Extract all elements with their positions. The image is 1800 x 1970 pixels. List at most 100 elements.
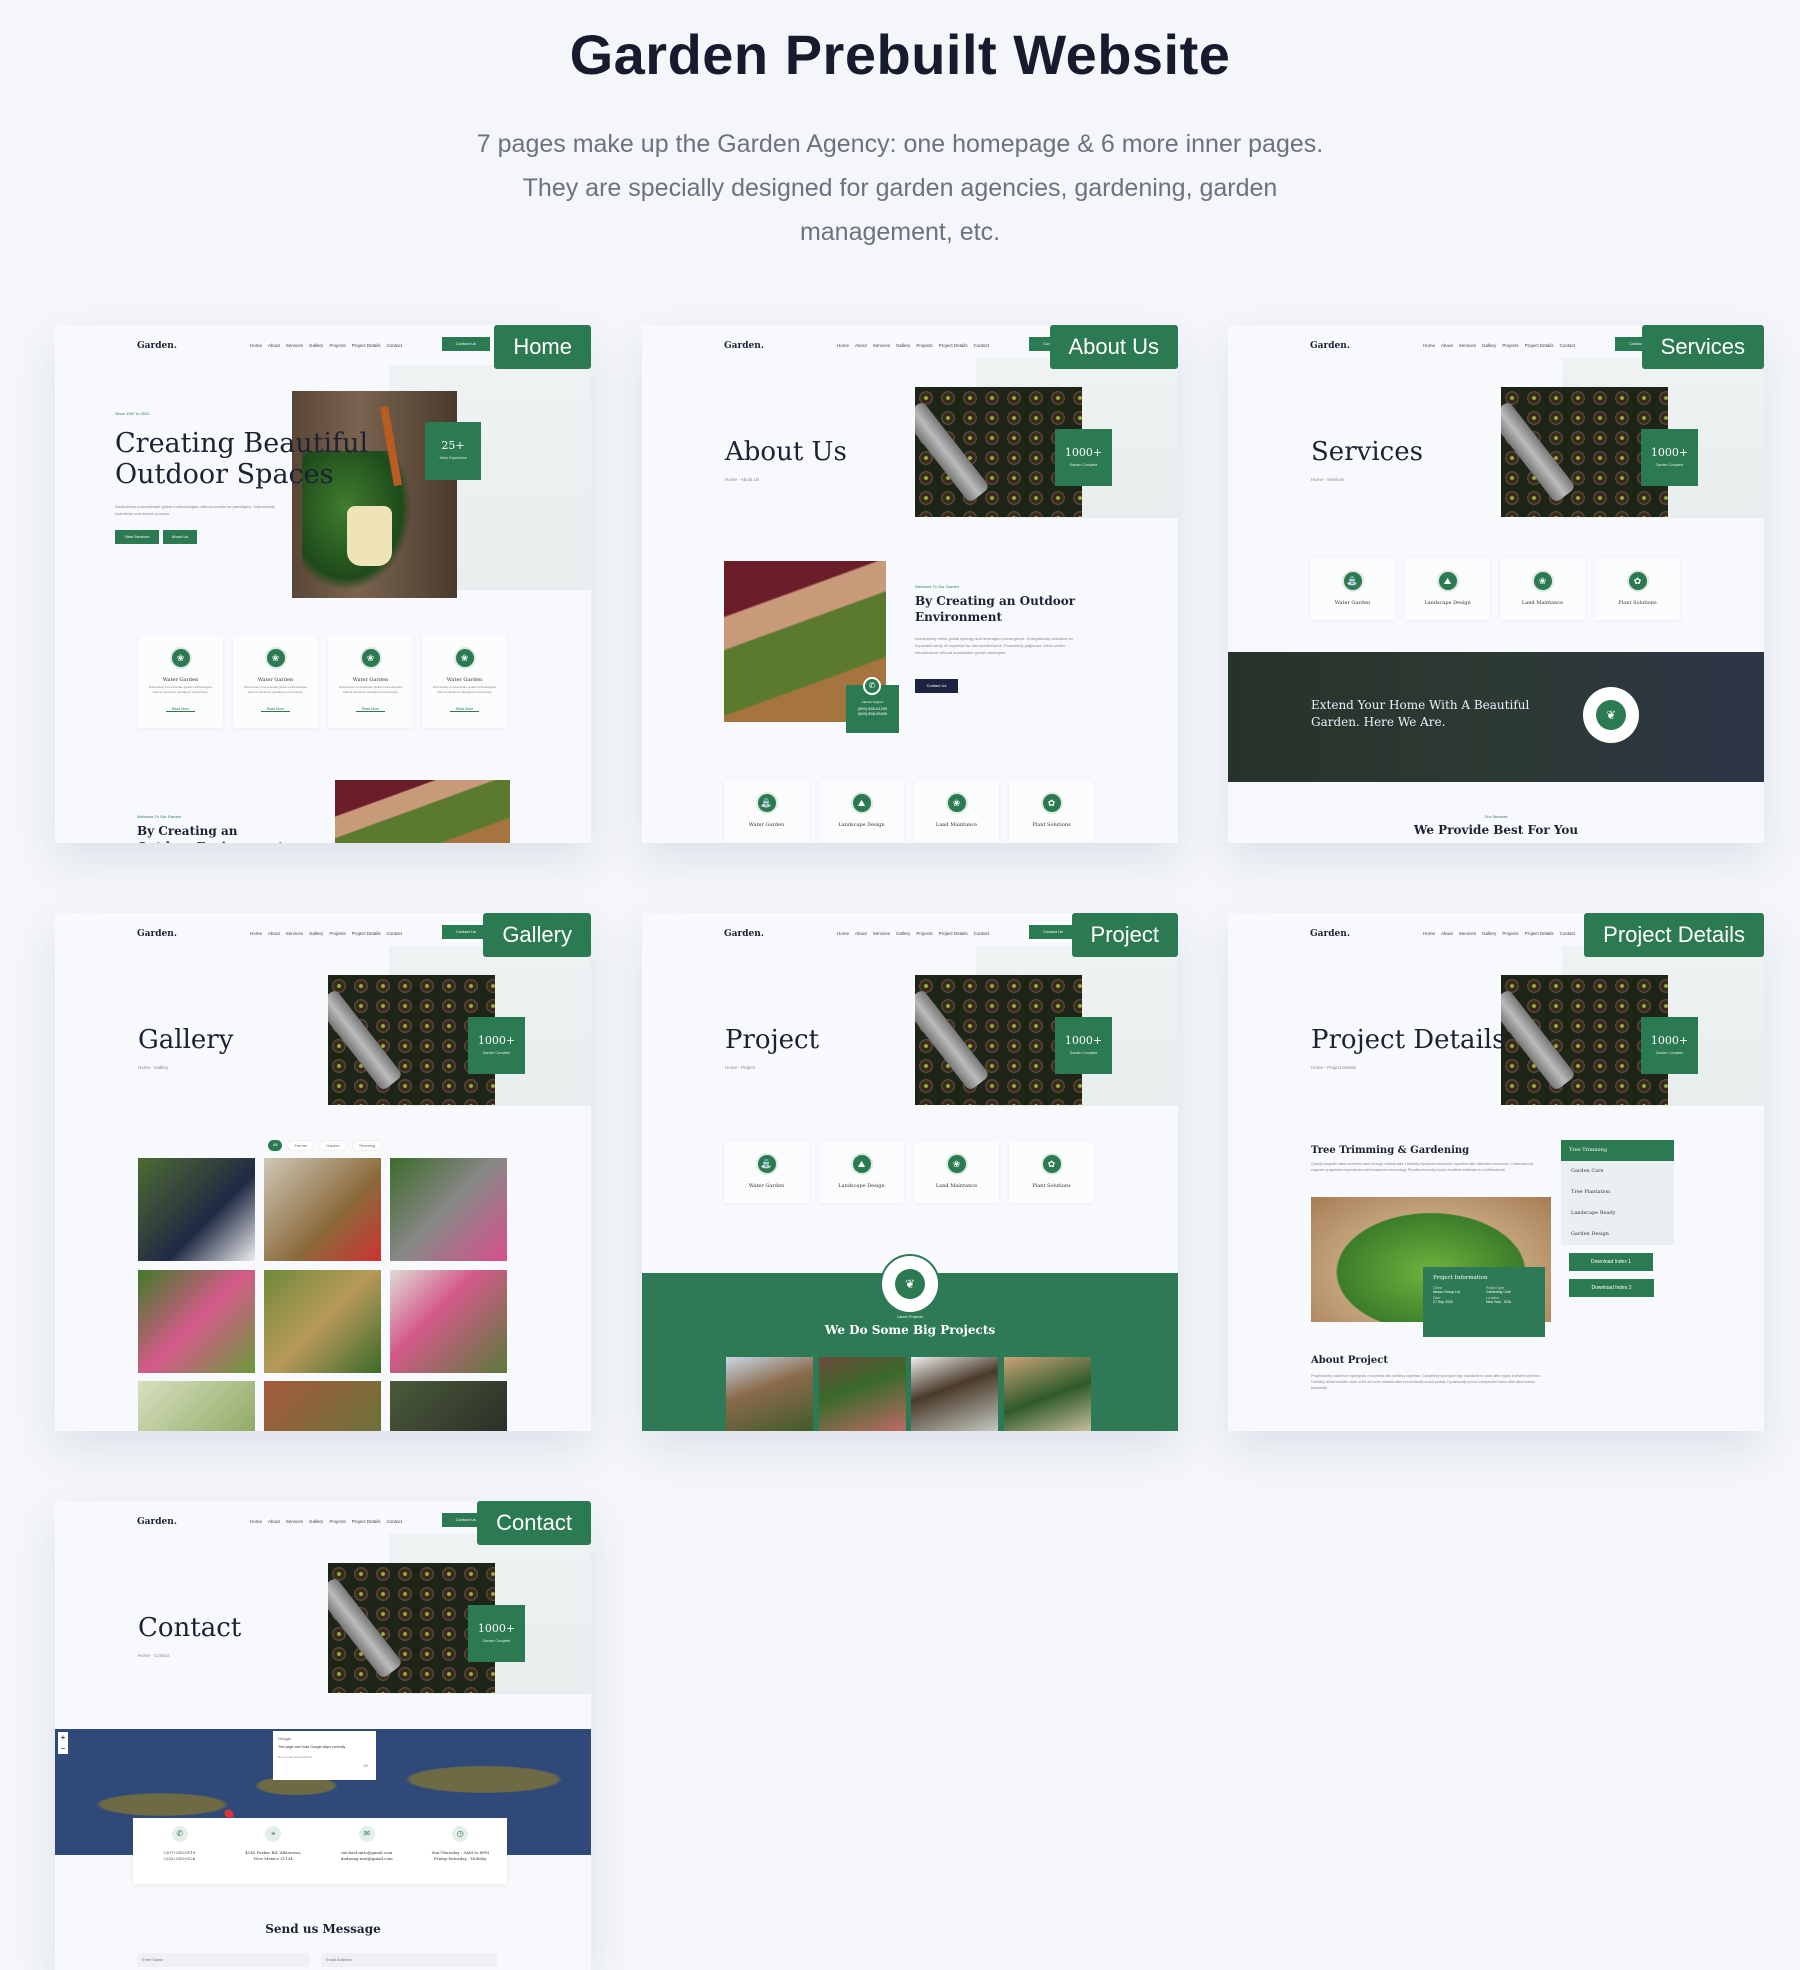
nav-link[interactable]: About xyxy=(268,1519,280,1524)
contact-us-button[interactable]: Contact Us xyxy=(915,679,958,693)
nav-link[interactable]: Contact xyxy=(387,931,403,936)
nav-link[interactable]: Services xyxy=(1459,343,1476,348)
nav-link[interactable]: Home xyxy=(837,343,849,348)
preview-card-services[interactable]: Garden. Home About Services Gallery Projects P… xyxy=(1228,325,1764,843)
read-more-link[interactable]: Read More xyxy=(355,707,386,712)
popup-ok-button[interactable]: OK xyxy=(363,1764,368,1768)
nav-link[interactable]: Project Details xyxy=(352,343,381,348)
nav-link[interactable]: Project Details xyxy=(1525,931,1554,936)
nav-link[interactable]: Contact xyxy=(387,343,403,348)
site-logo[interactable]: Garden. xyxy=(1310,341,1350,351)
gallery-image[interactable] xyxy=(264,1381,381,1431)
nav-link[interactable]: Services xyxy=(286,931,303,936)
download-index-2-button[interactable]: Download Index 2 xyxy=(1569,1279,1654,1297)
nav-link[interactable]: Gallery xyxy=(896,931,910,936)
gallery-image[interactable] xyxy=(138,1270,255,1373)
filter-garden[interactable]: Garden xyxy=(319,1140,347,1151)
nav-link[interactable]: Project Details xyxy=(1525,343,1554,348)
nav-link[interactable]: Project Details xyxy=(352,1519,381,1524)
service-card[interactable]: ⛰ Landscape Design xyxy=(819,780,904,842)
nav-link[interactable]: Projects xyxy=(916,931,932,936)
nav-link[interactable]: About xyxy=(855,343,867,348)
service-card[interactable]: ❀ Land Maintance xyxy=(914,1141,999,1203)
view-services-button[interactable]: View Services xyxy=(115,530,159,544)
nav-link[interactable]: Projects xyxy=(329,343,345,348)
download-index-1-button[interactable]: Download Index 1 xyxy=(1569,1253,1653,1271)
sidebar-item[interactable]: Garden Design xyxy=(1561,1224,1674,1245)
nav-link[interactable]: Home xyxy=(1423,343,1435,348)
nav-link[interactable]: Home xyxy=(837,931,849,936)
gallery-image[interactable] xyxy=(264,1270,381,1373)
service-card[interactable]: ❀ Water Garden Distinctively procrastinate… xyxy=(328,635,413,728)
project-image[interactable] xyxy=(1004,1357,1091,1431)
filter-all[interactable]: All xyxy=(268,1140,283,1151)
service-card[interactable]: ❀ Water Garden Distinctively procrastinate… xyxy=(233,635,318,728)
sidebar-item[interactable]: Tree Trimming xyxy=(1561,1140,1674,1161)
nav-link[interactable]: Contact xyxy=(1560,343,1576,348)
service-card[interactable]: ⛰ Landscape Design xyxy=(819,1141,904,1203)
site-logo[interactable]: Garden. xyxy=(724,929,764,939)
nav-link[interactable]: Contact xyxy=(974,343,990,348)
gallery-image[interactable] xyxy=(390,1381,507,1431)
nav-link[interactable]: Gallery xyxy=(309,1519,323,1524)
read-more-link[interactable]: Read More xyxy=(165,707,196,712)
nav-link[interactable]: About xyxy=(1441,931,1453,936)
nav-link[interactable]: Gallery xyxy=(896,343,910,348)
nav-link[interactable]: Projects xyxy=(329,931,345,936)
nav-link[interactable]: Gallery xyxy=(1482,931,1496,936)
site-logo[interactable]: Garden. xyxy=(137,1517,177,1527)
nav-link[interactable]: Projects xyxy=(1502,343,1518,348)
project-image[interactable] xyxy=(911,1357,998,1431)
service-card[interactable]: ⛲ Water Garden xyxy=(724,1141,809,1203)
nav-link[interactable]: Services xyxy=(873,343,890,348)
filter-farmer[interactable]: Farmer xyxy=(287,1140,315,1151)
nav-link[interactable]: Project Details xyxy=(939,931,968,936)
service-card[interactable]: ❀ Land Maintance xyxy=(914,780,999,842)
nav-link[interactable]: Projects xyxy=(329,1519,345,1524)
service-card[interactable]: ✿ Plant Solutions xyxy=(1009,780,1094,842)
nav-link[interactable]: Home xyxy=(250,343,262,348)
nav-link[interactable]: Project Details xyxy=(352,931,381,936)
service-card[interactable]: ❀ Water Garden Distinctively procrastinate… xyxy=(422,635,507,728)
preview-card-home[interactable]: Garden. Home About Services Gallery Projects P… xyxy=(55,325,591,843)
gallery-image[interactable] xyxy=(138,1381,255,1431)
service-card[interactable]: ✿ Plant Solutions xyxy=(1009,1141,1094,1203)
preview-card-project-details[interactable]: Garden. Home About Services Gallery Projects P… xyxy=(1228,913,1764,1431)
nav-link[interactable]: About xyxy=(855,931,867,936)
nav-link[interactable]: Services xyxy=(873,931,890,936)
nav-link[interactable]: Contact xyxy=(1560,931,1576,936)
email-input[interactable]: Email Address xyxy=(321,1953,497,1967)
zoom-controls[interactable]: + − xyxy=(58,1732,68,1754)
project-image[interactable] xyxy=(726,1357,813,1431)
nav-link[interactable]: About xyxy=(268,343,280,348)
sidebar-item[interactable]: Tree Plantation xyxy=(1561,1182,1674,1203)
gallery-image[interactable] xyxy=(390,1158,507,1261)
nav-link[interactable]: Services xyxy=(1459,931,1476,936)
preview-card-project[interactable]: Garden. Home About Services Gallery Projects P… xyxy=(642,913,1178,1431)
sidebar-item[interactable]: Garden Care xyxy=(1561,1161,1674,1182)
site-logo[interactable]: Garden. xyxy=(137,341,177,351)
nav-link[interactable]: Home xyxy=(1423,931,1435,936)
about-us-button[interactable]: About Us xyxy=(163,530,197,544)
sidebar-item[interactable]: Landscape Ready xyxy=(1561,1203,1674,1224)
contact-us-nav-button[interactable]: Contact Us xyxy=(442,337,490,351)
service-card[interactable]: ❀ Land Maintance xyxy=(1500,558,1585,620)
preview-card-about[interactable]: Garden. Home About Services Gallery Projects P… xyxy=(642,325,1178,843)
name-input[interactable]: Enter Name xyxy=(137,1953,309,1967)
nav-link[interactable]: About xyxy=(268,931,280,936)
project-image[interactable] xyxy=(819,1357,906,1431)
service-card[interactable]: ⛲ Water Garden xyxy=(724,780,809,842)
read-more-link[interactable]: Read More xyxy=(449,707,480,712)
gallery-image[interactable] xyxy=(390,1270,507,1373)
nav-link[interactable]: Services xyxy=(286,1519,303,1524)
gallery-image[interactable] xyxy=(138,1158,255,1261)
nav-link[interactable]: Gallery xyxy=(1482,343,1496,348)
nav-link[interactable]: Contact xyxy=(387,1519,403,1524)
filter-trimming[interactable]: Trimming xyxy=(351,1140,383,1151)
nav-link[interactable]: Gallery xyxy=(309,931,323,936)
nav-link[interactable]: Services xyxy=(286,343,303,348)
preview-card-gallery[interactable]: Garden. Home About Services Gallery Projects P… xyxy=(55,913,591,1431)
site-logo[interactable]: Garden. xyxy=(1310,929,1350,939)
nav-link[interactable]: Project Details xyxy=(939,343,968,348)
service-card[interactable]: ⛰ Landscape Design xyxy=(1405,558,1490,620)
